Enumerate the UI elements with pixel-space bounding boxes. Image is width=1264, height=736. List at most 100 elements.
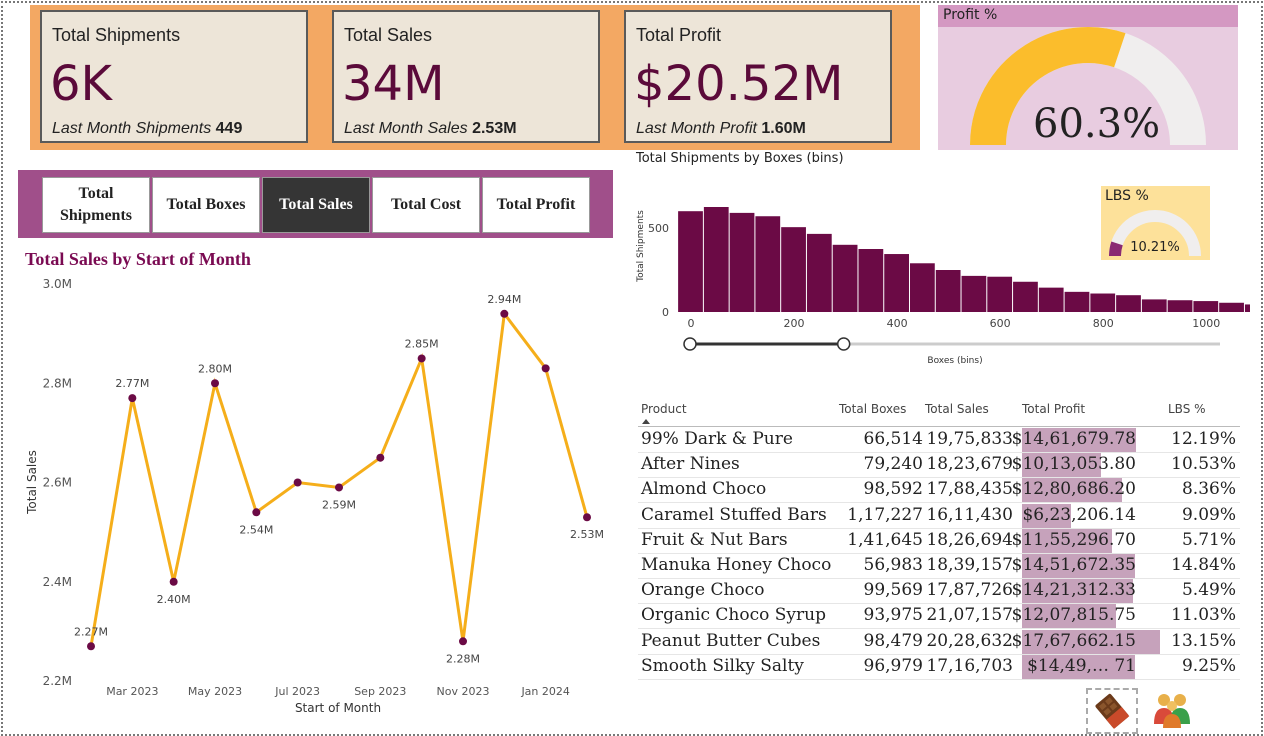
- x-axis-label: Start of Month: [295, 701, 381, 715]
- table-row[interactable]: Manuka Honey Choco 56,983 18,39,157 $14,51,…: [638, 553, 1240, 579]
- data-label: 2.27M: [74, 625, 108, 638]
- y-tick-label: 2.6M: [43, 476, 72, 490]
- x-tick-label: 0: [688, 317, 695, 330]
- range-slider-end-handle[interactable]: [836, 337, 851, 351]
- histogram-bar[interactable]: [884, 254, 910, 312]
- x-tick-label: 1000: [1192, 317, 1220, 330]
- chocolate-bar-icon[interactable]: [1086, 688, 1138, 734]
- tab-total-profit[interactable]: Total Profit: [482, 177, 590, 233]
- lbs-gauge-card: LBS % 10.21%: [1101, 186, 1210, 260]
- total-sales-cell: 16,11,430: [926, 504, 1013, 525]
- data-label: 2.77M: [115, 377, 149, 390]
- tab-total-cost[interactable]: Total Cost: [372, 177, 480, 233]
- data-point[interactable]: [459, 637, 467, 646]
- table-row[interactable]: Organic Choco Syrup 93,975 21,07,157 $12,07…: [638, 603, 1240, 630]
- product-cell: Organic Choco Syrup: [641, 605, 826, 626]
- histogram-bar[interactable]: [935, 270, 961, 312]
- data-point[interactable]: [87, 642, 95, 651]
- range-slider-start-handle[interactable]: [683, 337, 697, 351]
- total-boxes-cell: 1,17,227: [847, 504, 923, 525]
- sort-ascending-icon: [642, 419, 650, 424]
- tab-total-shipments[interactable]: Total Shipments: [42, 177, 150, 233]
- kpi-sub-label: Last Month Shipments: [52, 120, 212, 137]
- histogram-bar[interactable]: [1167, 300, 1193, 312]
- data-point[interactable]: [335, 483, 343, 492]
- x-axis-label: Boxes (bins): [927, 356, 982, 366]
- table-row[interactable]: Almond Choco 98,592 17,88,435 $12,80,686.20…: [638, 477, 1240, 504]
- col-header-total-profit[interactable]: Total Profit: [1022, 402, 1085, 416]
- histogram-bar[interactable]: [910, 263, 935, 312]
- tab-total-boxes[interactable]: Total Boxes: [152, 177, 260, 233]
- data-point[interactable]: [376, 453, 385, 462]
- histogram-bar[interactable]: [755, 216, 781, 312]
- histogram-bar[interactable]: [987, 276, 1013, 312]
- table-row[interactable]: Peanut Butter Cubes 98,479 20,28,632 $17,67…: [638, 629, 1240, 655]
- table-row[interactable]: Smooth Silky Salty 96,979 17,16,703 $14,49,…: [638, 654, 1240, 680]
- kpi-sub-value: 1.60M: [761, 120, 806, 137]
- col-header-total-sales[interactable]: Total Sales: [925, 402, 989, 416]
- data-point[interactable]: [169, 577, 178, 586]
- total-boxes-cell: 99,569: [863, 580, 923, 601]
- data-point[interactable]: [583, 513, 591, 522]
- histogram-title: Total Shipments by Boxes (bins): [636, 151, 844, 166]
- x-tick-label: Mar 2023: [106, 685, 158, 698]
- histogram-bar[interactable]: [1090, 293, 1116, 312]
- histogram-bar[interactable]: [729, 212, 755, 312]
- histogram-bar[interactable]: [832, 244, 858, 312]
- total-profit-cell: $12,07,815.75: [1011, 605, 1136, 626]
- histogram-bar[interactable]: [678, 211, 703, 312]
- data-point[interactable]: [252, 508, 261, 517]
- histogram-bar[interactable]: [1064, 291, 1090, 312]
- histogram-bar[interactable]: [781, 227, 806, 312]
- total-boxes-cell: 1,41,645: [847, 529, 923, 550]
- total-boxes-cell: 79,240: [863, 454, 923, 475]
- data-point[interactable]: [541, 364, 550, 373]
- kpi-subtitle: Last Month Profit 1.60M: [636, 120, 806, 138]
- table-row[interactable]: Fruit & Nut Bars 1,41,645 18,26,694 $11,55,…: [638, 528, 1240, 554]
- table-row[interactable]: Caramel Stuffed Bars 1,17,227 16,11,430 $6,…: [638, 503, 1240, 529]
- x-tick-label: 200: [784, 317, 805, 330]
- histogram-bar[interactable]: [858, 249, 884, 312]
- x-tick-label: 400: [887, 317, 908, 330]
- kpi-subtitle: Last Month Shipments 449: [52, 120, 242, 138]
- kpi-card-shipments: Total Shipments 6K Last Month Shipments …: [40, 10, 308, 143]
- histogram-bar[interactable]: [1193, 301, 1219, 312]
- histogram-bar[interactable]: [806, 233, 832, 312]
- histogram-bar[interactable]: [1116, 295, 1141, 312]
- data-point[interactable]: [211, 379, 219, 388]
- histogram-bar[interactable]: [1219, 302, 1244, 312]
- histogram-bar[interactable]: [1038, 287, 1064, 312]
- table-row[interactable]: 99% Dark & Pure 66,514 19,75,833 $14,61,679…: [638, 427, 1240, 453]
- histogram-bar[interactable]: [1141, 299, 1167, 312]
- histogram-bar[interactable]: [1013, 281, 1038, 312]
- kpi-subtitle: Last Month Sales 2.53M: [344, 120, 517, 138]
- lbs-cell: 13.15%: [1171, 630, 1236, 651]
- histogram-bar[interactable]: [703, 207, 729, 312]
- data-point[interactable]: [128, 394, 137, 403]
- kpi-value: $20.52M: [634, 56, 844, 112]
- data-point[interactable]: [293, 478, 302, 487]
- lbs-cell: 14.84%: [1171, 555, 1236, 575]
- people-group-icon[interactable]: [1152, 690, 1192, 730]
- total-sales-cell: 18,26,694: [926, 529, 1013, 550]
- col-header-total-boxes[interactable]: Total Boxes: [839, 402, 906, 416]
- data-label: 2.28M: [446, 652, 480, 665]
- tab-total-sales[interactable]: Total Sales: [262, 177, 370, 233]
- x-tick-label: Jan 2024: [520, 685, 569, 698]
- kpi-title: Total Shipments: [52, 25, 181, 45]
- product-cell: Smooth Silky Salty: [641, 655, 804, 676]
- table-row[interactable]: After Nines 79,240 18,23,679 $10,13,053.80 1…: [638, 452, 1240, 479]
- total-sales-cell: 17,88,435: [926, 479, 1013, 500]
- total-profit-cell: $14,61,679.78: [1011, 429, 1136, 449]
- total-sales-cell: 20,28,632: [926, 630, 1013, 651]
- data-point[interactable]: [500, 309, 509, 318]
- total-profit-cell: $10,13,053.80: [1011, 454, 1136, 475]
- histogram-bar[interactable]: [1244, 304, 1250, 312]
- histogram-bar[interactable]: [961, 275, 987, 312]
- table-row[interactable]: Orange Choco 99,569 17,87,726 $14,21,312.33…: [638, 578, 1240, 605]
- col-header-product[interactable]: Product: [641, 402, 687, 416]
- data-point[interactable]: [417, 354, 426, 363]
- lbs-cell: 8.36%: [1181, 479, 1236, 500]
- data-label: 2.40M: [157, 593, 191, 606]
- col-header-lbs[interactable]: LBS %: [1168, 402, 1206, 416]
